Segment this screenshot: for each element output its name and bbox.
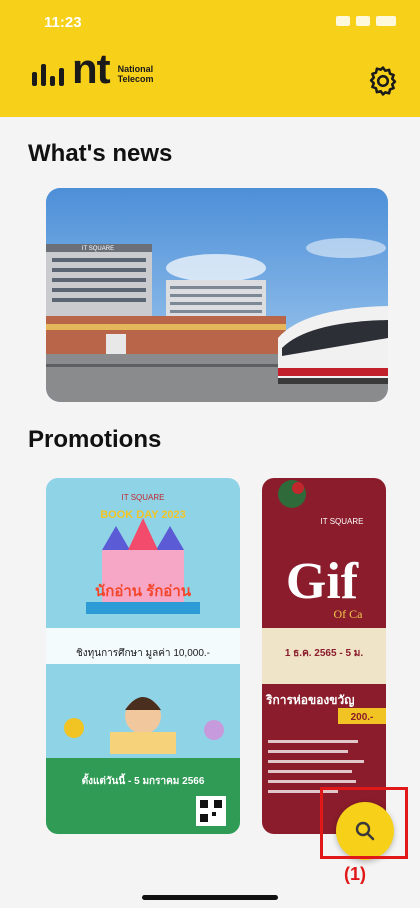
news-card[interactable]: IT SQUARE [46, 188, 388, 402]
annotation-label: (1) [344, 864, 366, 884]
app-header: 11:23 nt National Telecom [0, 0, 420, 117]
status-icons [336, 16, 396, 26]
promo-headline: นักอ่าน รักอ่าน [95, 583, 192, 600]
news-image: IT SQUARE [46, 188, 388, 402]
battery-icon [376, 16, 396, 26]
promotion-poster: IT SQUARE Gif Of Ca 1 ธ.ค. 2565 - 5 ม. ร… [262, 478, 386, 834]
home-indicator[interactable] [142, 895, 278, 900]
promo-offer: ชิงทุนการศึกษา มูลค่า 10,000.- [76, 647, 210, 659]
promotion-card-book-day[interactable]: IT SQUARE BOOK DAY 2023 นักอ่าน รักอ่าน … [46, 478, 240, 834]
promo-headline: Gif [286, 553, 359, 610]
logo-bars-icon [32, 64, 64, 86]
promotion-poster: IT SQUARE BOOK DAY 2023 นักอ่าน รักอ่าน … [46, 478, 240, 834]
settings-gear-icon[interactable] [366, 64, 400, 98]
promotions-section-title: Promotions [28, 426, 162, 453]
status-time: 11:23 [44, 14, 82, 31]
signal-icon [336, 16, 350, 26]
news-section-title: What's news [28, 140, 173, 167]
logo-wordmark: nt [72, 45, 111, 92]
promo-sub: Of Ca [334, 607, 364, 621]
promo-brand: IT SQUARE [122, 493, 165, 502]
promo-service: ริการห่อของขวัญ [265, 693, 354, 707]
building-sign: IT SQUARE [82, 246, 114, 252]
promo-date: ตั้งแต่วันนี้ - 5 มกราคม 2566 [82, 773, 205, 787]
annotation-highlight-box [320, 787, 408, 859]
nt-logo: nt National Telecom [32, 45, 154, 92]
promo-price: 200.- [351, 712, 374, 723]
wifi-icon [356, 16, 370, 26]
promo-brand: IT SQUARE [321, 517, 364, 526]
promotion-card-gift[interactable]: IT SQUARE Gif Of Ca 1 ธ.ค. 2565 - 5 ม. ร… [262, 478, 386, 834]
promo-date: 1 ธ.ค. 2565 - 5 ม. [285, 648, 364, 659]
logo-subtitle: National Telecom [117, 64, 154, 84]
